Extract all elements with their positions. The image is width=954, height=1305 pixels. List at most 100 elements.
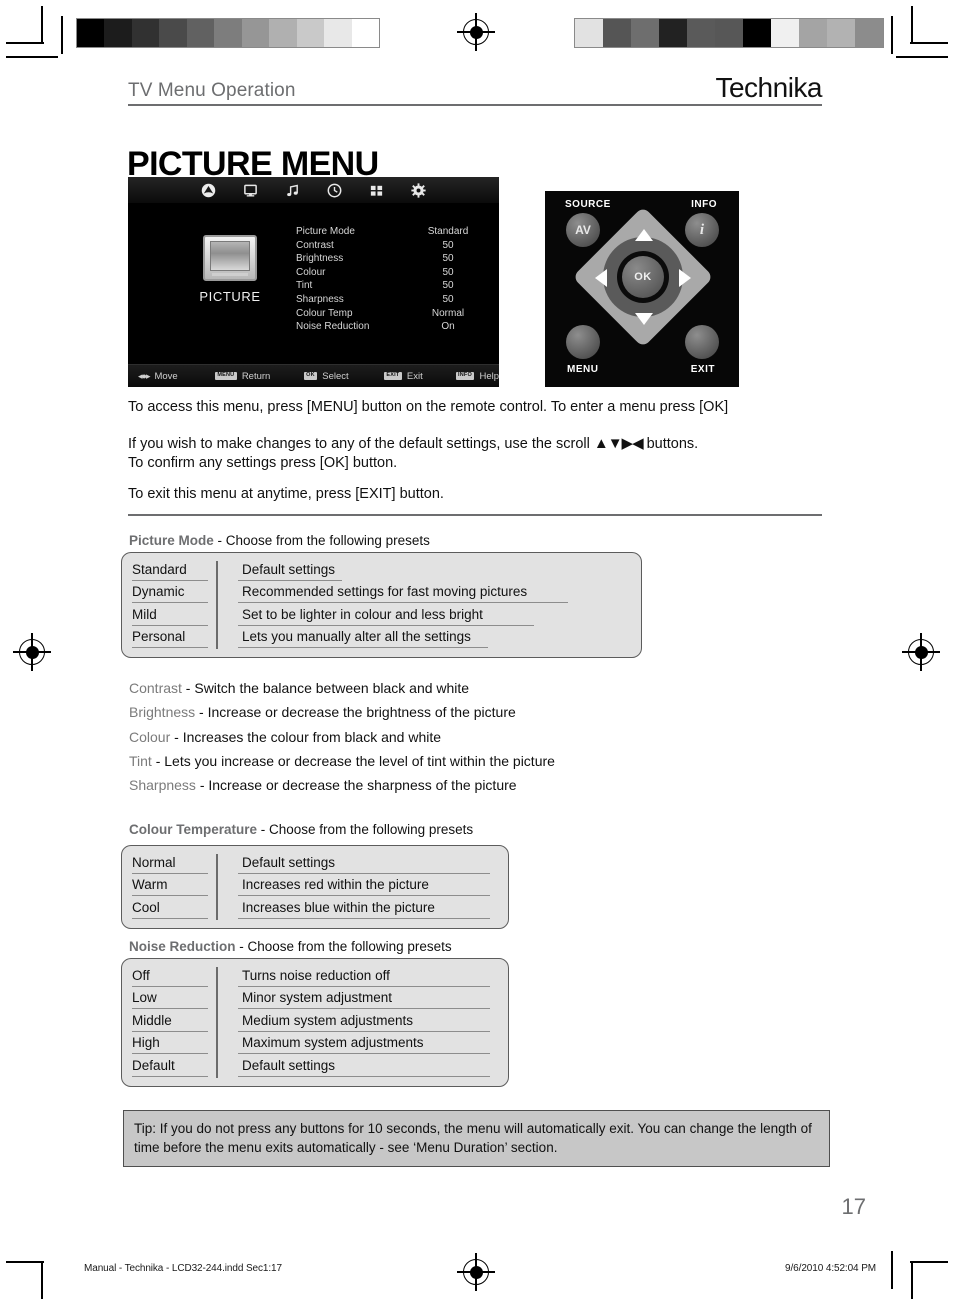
table-row-description: Default settings xyxy=(242,561,336,577)
tv-picture-glyph xyxy=(203,235,257,281)
osd-key-chip: INFO xyxy=(455,371,475,381)
intro-paragraph-3: To exit this menu at anytime, press [EXI… xyxy=(128,486,444,502)
table-row-description: Minor system adjustment xyxy=(242,990,393,1006)
table-row-description: Increases red within the picture xyxy=(242,877,429,893)
osd-navigation-icon: ◂●▸ xyxy=(138,370,151,381)
intro-p2-line2: To confirm any settings press [OK] butto… xyxy=(128,455,398,471)
table-row-description: Increases blue within the picture xyxy=(242,899,435,915)
osd-category-label: PICTURE xyxy=(199,289,261,304)
table-row-description: Turns noise reduction off xyxy=(242,967,390,983)
table-row-key: Warm xyxy=(132,877,168,893)
sound-icon xyxy=(285,183,300,198)
colour-temp-caption-desc: - Choose from the following presets xyxy=(257,822,474,837)
setup-icon xyxy=(411,182,426,198)
osd-footer-label: Move xyxy=(154,370,178,382)
remote-menu-button xyxy=(566,325,600,359)
osd-setting-row[interactable]: Sharpness 50 xyxy=(296,293,482,307)
screen-icon xyxy=(243,183,258,198)
picture-icon xyxy=(201,183,216,198)
table-row-description: Lets you manually alter all the settings xyxy=(242,629,471,645)
osd-setting-label: Contrast xyxy=(296,239,334,251)
table-row: Standard Default settings xyxy=(122,558,641,581)
table-row-description: Medium system adjustments xyxy=(242,1012,414,1028)
osd-setting-value: 50 xyxy=(442,239,454,251)
osd-setting-row[interactable]: Tint 50 xyxy=(296,279,482,293)
osd-screenshot: PICTURE Picture Mode Standard Contrast 50 Br… xyxy=(128,177,499,387)
osd-footer-item[interactable]: OK Select xyxy=(294,371,374,382)
definition-description: - Increase or decrease the sharpness of … xyxy=(195,777,517,794)
osd-setting-row[interactable]: Colour 50 xyxy=(296,266,482,280)
remote-menu-label: MENU xyxy=(567,364,599,375)
picture-mode-caption-term: Picture Mode xyxy=(129,533,214,548)
table-row-description: Default settings xyxy=(242,1057,336,1073)
table-row: Normal Default settings xyxy=(122,851,508,874)
noise-reduction-caption: Noise Reduction - Choose from the follow… xyxy=(129,938,452,955)
osd-setting-value: 50 xyxy=(442,293,454,305)
table-row-rule xyxy=(238,647,488,648)
osd-setting-label: Noise Reduction xyxy=(296,321,370,333)
remote-dpad: OK xyxy=(572,206,714,348)
osd-setting-row[interactable]: Colour Temp Normal xyxy=(296,307,482,321)
definition-line: Brightness - Increase or decrease the br… xyxy=(129,700,829,724)
osd-setting-label: Tint xyxy=(296,280,313,292)
section-title: TV Menu Operation xyxy=(128,80,296,101)
remote-exit-label: EXIT xyxy=(690,364,715,375)
remote-control-diagram: SOURCE AV INFO i OK MENU EXIT xyxy=(545,191,739,387)
osd-footer-label: Select xyxy=(322,370,349,382)
osd-setting-value: On xyxy=(441,321,455,333)
table-row-key: Personal xyxy=(132,629,186,645)
table-row-key: Cool xyxy=(132,899,160,915)
osd-footer-label: Return xyxy=(241,370,271,382)
osd-setting-row[interactable]: Brightness 50 xyxy=(296,252,482,266)
osd-setting-label: Brightness xyxy=(296,253,344,265)
table-row-rule xyxy=(132,1075,208,1077)
tip-box: Tip: If you do not press any buttons for… xyxy=(123,1110,830,1167)
definition-description: - Switch the balance between black and w… xyxy=(181,680,470,696)
colour-temp-caption-term: Colour Temperature xyxy=(129,822,258,837)
picture-mode-caption-desc: - Choose from the following presets xyxy=(213,533,430,548)
table-row-description: Default settings xyxy=(242,854,336,870)
intro-p2-after: buttons. xyxy=(646,436,699,452)
osd-footer-bar: ◂●▸ Move MENU Return OK Select EXIT Exit INFO Hel… xyxy=(128,364,499,387)
table-row-key: Low xyxy=(132,990,157,1006)
osd-footer-item[interactable]: ◂●▸ Move xyxy=(128,371,205,382)
osd-setting-row[interactable]: Noise Reduction On xyxy=(296,320,482,334)
osd-footer-item[interactable]: INFO Help xyxy=(446,371,499,382)
colour-temp-caption: Colour Temperature - Choose from the fol… xyxy=(129,821,473,838)
table-row-key: High xyxy=(132,1035,160,1051)
osd-settings-list: Picture Mode Standard Contrast 50 Brightness… xyxy=(296,225,482,334)
table-row-key: Default xyxy=(132,1057,175,1073)
definition-description: - Increase or decrease the brightness of… xyxy=(195,704,516,721)
definition-term: Contrast xyxy=(129,680,182,696)
table-row: Personal Lets you manually alter all the … xyxy=(122,626,641,648)
footer-file-info: Manual - Technika - LCD32-244.indd Sec1:… xyxy=(84,1263,282,1274)
table-row-rule xyxy=(238,1075,490,1077)
noise-reduction-table: Off Turns noise reduction off Low Minor sys… xyxy=(121,958,509,1087)
page-number: 17 xyxy=(841,1194,866,1219)
scroll-arrows-icon: ▲▼▶◀ xyxy=(593,435,644,452)
remote-exit-button xyxy=(685,325,719,359)
definition-line: Contrast - Switch the balance between bl… xyxy=(129,676,829,700)
osd-footer-label: Help xyxy=(479,370,499,382)
osd-footer-label: Exit xyxy=(406,370,423,382)
osd-key-chip: OK xyxy=(303,371,318,381)
manual-page: TV Menu Operation Technika PICTURE MENU xyxy=(0,0,954,1305)
brand-logo: Technika xyxy=(715,72,822,103)
osd-setting-value: Normal xyxy=(431,307,465,319)
table-row-key: Middle xyxy=(132,1012,172,1028)
table-row-rule xyxy=(238,917,490,919)
table-row: Middle Medium system adjustments xyxy=(122,1009,508,1032)
osd-setting-label: Sharpness xyxy=(296,293,344,305)
definition-description: - Increases the colour from black and wh… xyxy=(170,728,442,745)
table-row: Low Minor system adjustment xyxy=(122,987,508,1009)
osd-key-chip: EXIT xyxy=(383,371,402,381)
osd-footer-item[interactable]: MENU Return xyxy=(205,371,294,382)
osd-setting-label: Colour xyxy=(296,266,326,278)
table-row-key: Standard xyxy=(132,561,187,577)
picture-mode-table: Standard Default settings Dynamic Recommend… xyxy=(121,552,642,658)
osd-footer-item[interactable]: EXIT Exit xyxy=(374,371,446,382)
osd-setting-row[interactable]: Contrast 50 xyxy=(296,239,482,253)
osd-setting-value: Standard xyxy=(427,226,469,237)
table-row: Dynamic Recommended settings for fast mov… xyxy=(122,581,641,603)
osd-setting-row[interactable]: Picture Mode Standard xyxy=(296,225,482,239)
